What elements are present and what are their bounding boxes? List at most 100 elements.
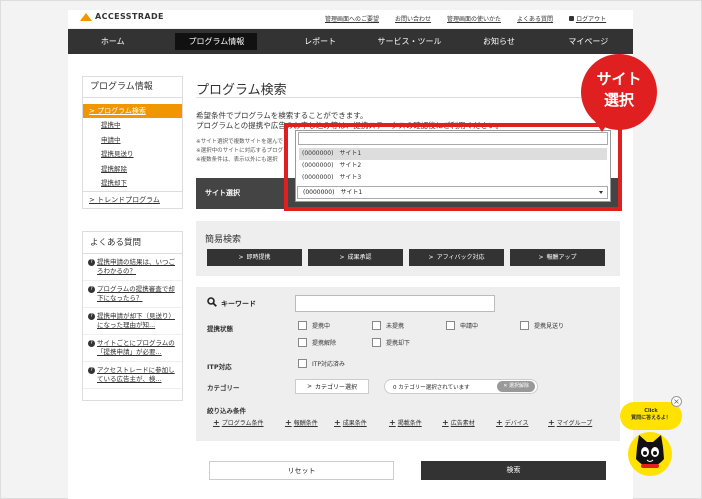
checkbox-label: ITP対応済み [312,361,346,368]
status-applying-checkbox[interactable]: 申請中 [446,321,478,330]
sidebar-item-program-search[interactable]: > プログラム検索 [83,104,182,118]
quick-approval-label: 成果承認 [347,254,372,261]
checkbox-box [298,321,307,330]
narrow-device[interactable]: + デバイス [496,418,529,427]
lock-icon [569,16,575,21]
checkbox-label: 提携解除 [312,340,337,347]
itp-checkbox[interactable]: ITP対応済み [298,359,345,368]
faq-item[interactable]: ? アクセストレードに参加している広告主が、検... [83,362,182,389]
faq-text: 提携申請の結果は、いつごろわかるの？ [97,258,175,275]
logo-mark-icon [80,12,92,21]
plus-icon: + [389,418,396,427]
chat-bubble-line-1: Click [644,408,658,414]
note-1: ※サイト選択で複数サイトを選んで [196,139,283,145]
note-2: ※選択中のサイトに対応するプログ [196,148,284,154]
faq-text: 提携申請が却下（見送り）になった理由が知... [97,312,175,329]
plus-icon: + [285,418,292,427]
keyword-input[interactable] [295,295,495,312]
status-unpartnered-checkbox[interactable]: 未提携 [372,321,404,330]
faq-item[interactable]: ? 提携申請が却下（見送り）になった理由が知... [83,308,182,335]
quick-instant-button[interactable]: > 即時提携 [207,249,302,266]
keyword-label: キーワード [221,300,256,308]
narrow-mygroup[interactable]: + マイグループ [548,418,592,427]
category-clear-label: 選択解除 [508,383,529,389]
faq-text: プログラムの提携審査で却下になったら？ [97,285,175,302]
toplink-faq[interactable]: よくある質問 [517,14,553,23]
sidebar-item-trend[interactable]: > トレンドプログラム [83,190,182,208]
quick-approval-button[interactable]: > 成果承認 [308,249,403,266]
gnav-mypage[interactable]: マイページ [544,36,633,47]
sidebar-item-applying[interactable]: 申請中 [83,133,182,148]
toplink-howto[interactable]: 管理画面の使いかた [447,14,501,23]
toplink-request[interactable]: 管理画面へのご要望 [325,14,379,23]
narrow-program[interactable]: + プログラム条件 [213,418,264,427]
question-icon: ? [88,340,95,347]
gnav-home[interactable]: ホーム [68,36,157,47]
narrow-label-text: マイグループ [556,420,593,427]
sidebar-item-rejected[interactable]: 提携却下 [83,176,182,191]
question-icon: ? [88,286,95,293]
gnav-service[interactable]: サービス・ツール [365,36,454,47]
sidebar-item-partnered[interactable]: 提携中 [83,118,182,133]
status-label: 提携状態 [207,325,233,333]
search-button[interactable]: 検索 [421,461,606,480]
status-partnered-checkbox[interactable]: 提携中 [298,321,330,330]
narrow-label-text: デバイス [504,420,529,427]
checkbox-box [446,321,455,330]
narrow-label-text: 広告素材 [450,420,475,427]
checkbox-label: 提携見送り [534,323,565,330]
faq-item[interactable]: ? プログラムの提携審査で却下になったら？ [83,281,182,308]
category-label: カテゴリー [207,384,240,392]
narrow-result[interactable]: + 成果条件 [334,418,367,427]
narrow-material[interactable]: + 広告素材 [442,418,475,427]
simple-search-title: 簡易検索 [205,235,242,245]
quick-affiback-button[interactable]: > アフィバック対応 [409,249,504,266]
chat-bubble-line-2: 質問に答えるよ！ [631,415,671,421]
sidebar-item-deferred[interactable]: 提携見送り [83,147,182,162]
status-cancelled-checkbox[interactable]: 提携解除 [298,338,336,347]
page-title: プログラム検索 [196,83,287,98]
callout-bubble: サイト 選択 [581,54,657,130]
top-links: 管理画面へのご要望 お問い合わせ 管理画面の使いかた よくある質問 ログアウト [325,14,606,23]
plus-icon: + [548,418,555,427]
status-rejected-checkbox[interactable]: 提携却下 [372,338,410,347]
narrow-placement[interactable]: + 掲載条件 [389,418,422,427]
category-clear-button[interactable]: ✕ 選択解除 [497,381,535,392]
gnav-program[interactable]: プログラム情報 [175,33,258,50]
plus-icon: + [442,418,449,427]
question-icon: ? [88,259,95,266]
search-icon [207,297,217,307]
sidebar-item-cancelled[interactable]: 提携解除 [83,162,182,177]
sidebar-active-label: プログラム検索 [97,107,146,115]
notes: ※サイト選択で複数サイトを選んで ※選択中のサイトに対応するプログ ※複数条件は… [196,138,283,165]
cat-mascot-icon[interactable] [627,431,673,477]
faq-item[interactable]: ? サイトごとにプログラムの「提携申請」が必要... [83,335,182,362]
checkbox-label: 申請中 [460,323,479,330]
close-icon[interactable]: × [671,396,682,407]
chevron-right-icon: > [339,254,345,261]
toplink-contact[interactable]: お問い合わせ [395,14,431,23]
quick-instant-label: 即時提携 [246,254,271,261]
gnav-report[interactable]: レポート [275,36,364,47]
sidebar: プログラム情報 > プログラム検索 提携中 申請中 提携見送り 提携解除 提携却… [82,76,183,209]
checkbox-box [298,359,307,368]
gnav-news[interactable]: お知らせ [454,36,543,47]
chevron-right-icon: > [306,383,312,390]
sidebar-trend-label: トレンドプログラム [97,195,160,204]
narrow-label: 絞り込み条件 [207,407,246,415]
category-select-button[interactable]: > カテゴリー選択 [295,379,369,394]
question-icon: ? [88,313,95,320]
narrow-reward[interactable]: + 報酬条件 [285,418,318,427]
checkbox-box [298,338,307,347]
status-deferred-checkbox[interactable]: 提携見送り [520,321,564,330]
narrow-label-text: 掲載条件 [397,420,422,427]
faq-title: よくある質問 [83,232,182,254]
brand-logo[interactable]: ACCESSTRADE [80,12,164,21]
category-status-text: 0 カテゴリー選択されています [393,384,470,391]
toplink-logout[interactable]: ログアウト [569,14,606,23]
reset-button[interactable]: リセット [209,461,394,480]
faq-item[interactable]: ? 提携申請の結果は、いつごろわかるの？ [83,254,182,281]
chevron-right-icon: > [538,254,544,261]
quick-reward-up-button[interactable]: > 報酬アップ [510,249,605,266]
faq-panel: よくある質問 ? 提携申請の結果は、いつごろわかるの？ ? プログラムの提携審査で却… [82,231,183,401]
